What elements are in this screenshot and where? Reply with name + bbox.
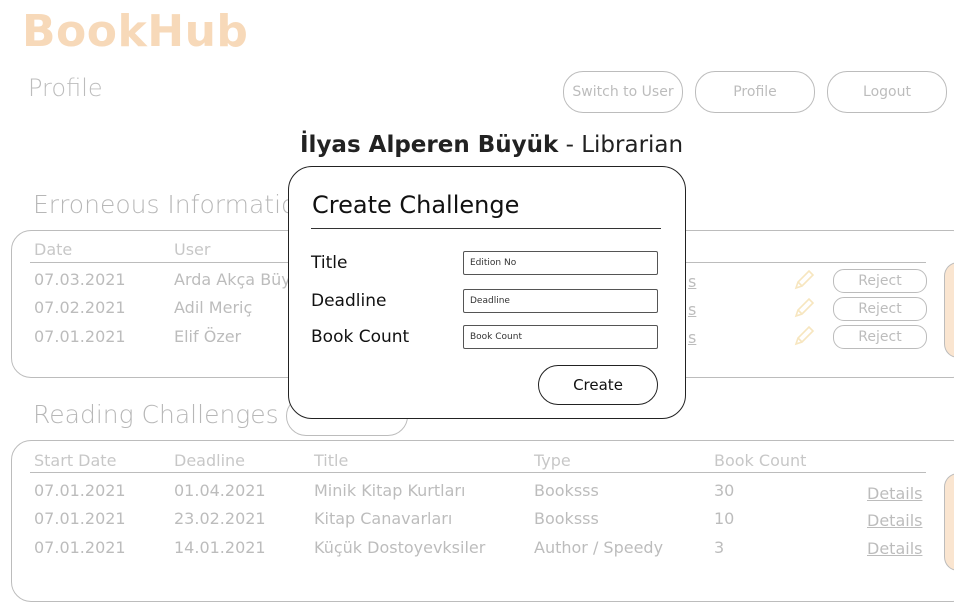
erroneous-row-link[interactable]: s: [688, 272, 696, 291]
pencil-icon[interactable]: [792, 296, 816, 320]
create-button[interactable]: Create: [538, 365, 658, 405]
erroneous-header-user: User: [174, 240, 211, 259]
details-link[interactable]: Details: [867, 539, 922, 558]
challenges-header-deadline: Deadline: [174, 451, 245, 470]
reject-button[interactable]: Reject: [833, 325, 927, 349]
book-count-label: Book Count: [311, 327, 410, 347]
panel-edge-tab: [944, 473, 954, 571]
challenges-header-count: Book Count: [714, 451, 807, 470]
challenge-type: Author / Speedy: [534, 538, 664, 557]
challenge-type: Booksss: [534, 481, 599, 500]
challenge-type: Booksss: [534, 509, 599, 528]
reject-button[interactable]: Reject: [833, 269, 927, 293]
logout-button[interactable]: Logout: [827, 71, 947, 113]
title-label: Title: [311, 253, 348, 273]
challenge-count: 3: [714, 538, 725, 557]
challenge-start: 07.01.2021: [34, 509, 126, 528]
user-heading: İlyas Alperen Büyük - Librarian: [300, 132, 683, 158]
challenges-panel: [11, 440, 954, 602]
reject-button[interactable]: Reject: [833, 297, 927, 321]
create-challenge-modal: Create Challenge Title Deadline Book Cou…: [288, 166, 686, 419]
challenge-title: Kitap Canavarları: [314, 509, 453, 528]
erroneous-row-link[interactable]: s: [688, 300, 696, 319]
erroneous-row-date: 07.03.2021: [34, 270, 126, 289]
erroneous-header-date: Date: [34, 240, 73, 259]
challenge-deadline: 01.04.2021: [174, 481, 266, 500]
details-link[interactable]: Details: [867, 484, 922, 503]
switch-to-user-button[interactable]: Switch to User: [563, 71, 683, 113]
deadline-input[interactable]: [463, 289, 658, 313]
erroneous-row-date: 07.01.2021: [34, 327, 126, 346]
challenge-count: 30: [714, 481, 735, 500]
challenge-title: Minik Kitap Kurtları: [314, 481, 466, 500]
user-name: İlyas Alperen Büyük: [300, 132, 559, 158]
challenge-deadline: 23.02.2021: [174, 509, 266, 528]
modal-divider: [311, 228, 661, 229]
challenge-title: Küçük Dostoyevksiler: [314, 538, 486, 557]
erroneous-section-title: Erroneous Information: [33, 190, 313, 219]
panel-edge-tab: [944, 262, 954, 358]
erroneous-row-link[interactable]: s: [688, 328, 696, 347]
erroneous-row-user: Adil Meriç: [174, 298, 253, 317]
details-link[interactable]: Details: [867, 511, 922, 530]
pencil-icon[interactable]: [792, 324, 816, 348]
challenge-start: 07.01.2021: [34, 481, 126, 500]
challenges-header-type: Type: [534, 451, 571, 470]
profile-button[interactable]: Profile: [695, 71, 815, 113]
erroneous-row-user: Elif Özer: [174, 327, 242, 346]
brand-logo: BookHub: [22, 6, 249, 57]
challenges-section-title: Reading Challenges: [33, 400, 279, 429]
pencil-icon[interactable]: [792, 268, 816, 292]
challenge-deadline: 14.01.2021: [174, 538, 266, 557]
challenges-header-start: Start Date: [34, 451, 117, 470]
page-title: Profile: [28, 74, 103, 102]
challenges-header-title: Title: [314, 451, 349, 470]
challenge-count: 10: [714, 509, 735, 528]
deadline-label: Deadline: [311, 291, 387, 311]
title-input[interactable]: [463, 251, 658, 275]
user-role: Librarian: [581, 132, 684, 158]
challenge-start: 07.01.2021: [34, 538, 126, 557]
book-count-input[interactable]: [463, 325, 658, 349]
challenges-divider: [30, 472, 926, 473]
user-separator: -: [558, 132, 582, 158]
erroneous-row-date: 07.02.2021: [34, 298, 126, 317]
modal-title: Create Challenge: [312, 191, 520, 219]
